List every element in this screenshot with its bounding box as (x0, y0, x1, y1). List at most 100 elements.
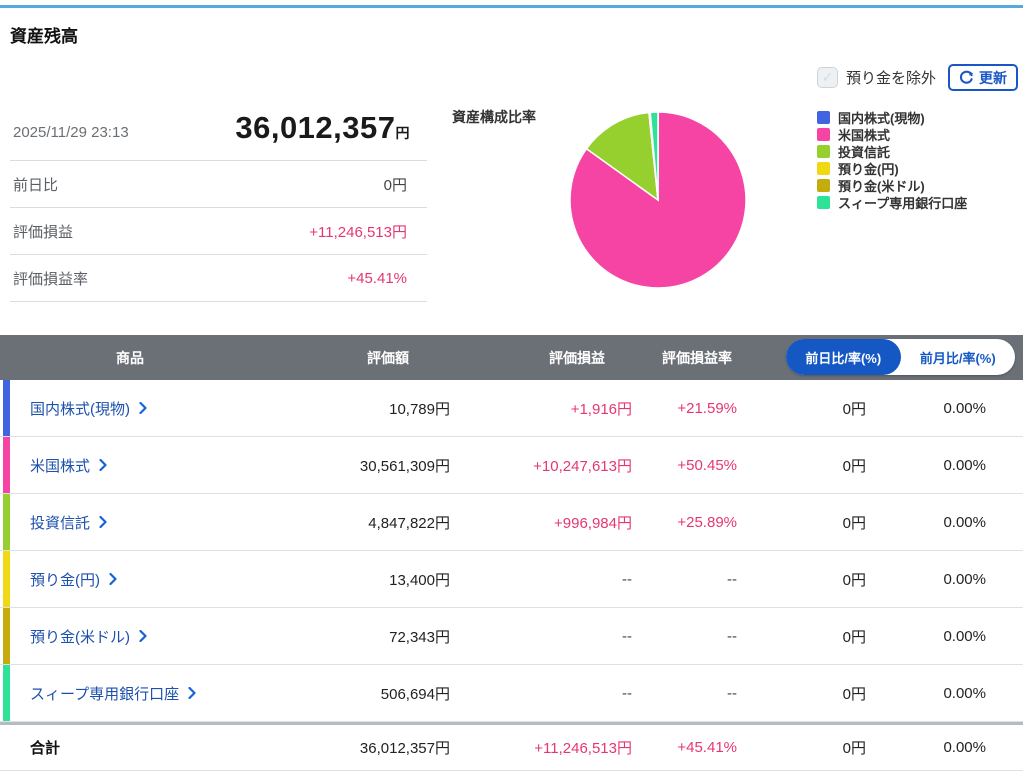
legend-swatch (817, 111, 830, 124)
legend-label: スィープ専用銀行口座 (838, 193, 967, 212)
row-color-bar (3, 380, 10, 436)
day-change-cell: 0円 (737, 512, 866, 533)
summary-total-value: 36,012,357円 (235, 110, 424, 146)
period-toggle: 前日比/率(%) 前月比/率(%) (786, 339, 1015, 375)
pl-rate-cell: -- (632, 571, 737, 588)
product-link[interactable]: 預り金(円) (30, 569, 100, 590)
refresh-label: 更新 (979, 68, 1007, 88)
pl-rate-cell: +21.59% (632, 400, 737, 417)
col-header-pl-rate: 評価損益率 (662, 348, 732, 368)
summary-value: +45.41% (347, 270, 407, 287)
pl-rate-cell: +50.45% (632, 457, 737, 474)
total-day-change-cell: 0円 (737, 737, 866, 758)
pl-rate-cell: +25.89% (632, 514, 737, 531)
day-change-cell: 0円 (737, 569, 866, 590)
row-color-bar (3, 608, 10, 664)
summary-row-pl-rate: 評価損益率 +45.41% (10, 255, 427, 302)
chevron-right-icon (139, 630, 147, 642)
pl-cell: -- (450, 571, 632, 588)
legend-item: 投資信託 (817, 144, 967, 158)
total-value-cell: 36,012,357円 (260, 737, 450, 758)
row-color-bar (3, 437, 10, 493)
header-controls: ✓ 預り金を除外 更新 (817, 64, 1018, 91)
chevron-right-icon (99, 459, 107, 471)
summary-row-day-change: 前日比 0円 (10, 161, 427, 208)
toggle-day-change[interactable]: 前日比/率(%) (786, 339, 901, 375)
pl-cell: +996,984円 (450, 512, 632, 533)
col-header-value: 評価額 (367, 348, 409, 368)
value-cell: 506,694円 (260, 683, 450, 704)
day-rate-cell: 0.00% (866, 685, 986, 702)
day-change-cell: 0円 (737, 683, 866, 704)
legend-item: 預り金(円) (817, 161, 967, 175)
summary-label: 評価損益率 (13, 268, 88, 289)
legend-swatch (817, 179, 830, 192)
exclude-deposits-checkbox[interactable]: ✓ (817, 67, 838, 88)
summary-total-row: 2025/11/29 23:13 36,012,357円 (10, 108, 427, 161)
summary-label: 評価損益 (13, 221, 73, 242)
table-row: 投資信託 4,847,822円 +996,984円 +25.89% 0円 0.0… (0, 494, 1023, 551)
table-row: 預り金(円) 13,400円 -- -- 0円 0.00% (0, 551, 1023, 608)
product-link[interactable]: 米国株式 (30, 455, 90, 476)
table-total-row: 合計 36,012,357円 +11,246,513円 +45.41% 0円 0… (0, 722, 1023, 771)
legend-swatch (817, 145, 830, 158)
legend-item: スィープ専用銀行口座 (817, 195, 967, 209)
col-header-pl: 評価損益 (549, 348, 605, 368)
day-change-cell: 0円 (737, 455, 866, 476)
chevron-right-icon (99, 516, 107, 528)
summary-panel: 2025/11/29 23:13 36,012,357円 前日比 0円 評価損益… (10, 108, 427, 302)
summary-timestamp: 2025/11/29 23:13 (13, 124, 129, 146)
chevron-right-icon (109, 573, 117, 585)
day-change-cell: 0円 (737, 626, 866, 647)
value-cell: 10,789円 (260, 398, 450, 419)
chevron-right-icon (139, 402, 147, 414)
total-pl-cell: +11,246,513円 (450, 737, 632, 758)
row-color-bar (3, 551, 10, 607)
pl-cell: -- (450, 685, 632, 702)
pl-cell: -- (450, 628, 632, 645)
summary-label: 前日比 (13, 174, 58, 195)
legend-item: 米国株式 (817, 127, 967, 141)
pie-chart-title: 資産構成比率 (452, 107, 536, 127)
table-row: 預り金(米ドル) 72,343円 -- -- 0円 0.00% (0, 608, 1023, 665)
asset-composition-pie-chart (567, 109, 749, 291)
legend-item: 預り金(米ドル) (817, 178, 967, 192)
day-rate-cell: 0.00% (866, 400, 986, 417)
day-change-cell: 0円 (737, 398, 866, 419)
pl-cell: +1,916円 (450, 398, 632, 419)
product-link[interactable]: 預り金(米ドル) (30, 626, 130, 647)
pie-chart-legend: 国内株式(現物) 米国株式投資信託預り金(円) 預り金(米ドル)スィープ専用銀行口座 (817, 110, 967, 212)
legend-item: 国内株式(現物) (817, 110, 967, 124)
total-day-rate-cell: 0.00% (866, 739, 986, 756)
toggle-month-change[interactable]: 前月比/率(%) (901, 339, 1016, 375)
legend-swatch (817, 162, 830, 175)
summary-value: 0円 (384, 174, 407, 195)
product-link[interactable]: 国内株式(現物) (30, 398, 130, 419)
refresh-button[interactable]: 更新 (948, 64, 1018, 91)
value-cell: 30,561,309円 (260, 455, 450, 476)
page-accent-line (0, 5, 1023, 8)
value-cell: 13,400円 (260, 569, 450, 590)
total-label: 合計 (0, 737, 260, 758)
refresh-icon (959, 70, 974, 85)
table-row: スィープ専用銀行口座 506,694円 -- -- 0円 0.00% (0, 665, 1023, 722)
exclude-deposits-label: 預り金を除外 (846, 67, 936, 88)
exclude-deposits-control: ✓ 預り金を除外 (817, 67, 936, 88)
summary-row-pl: 評価損益 +11,246,513円 (10, 208, 427, 255)
table-row: 米国株式 30,561,309円 +10,247,613円 +50.45% 0円… (0, 437, 1023, 494)
product-link[interactable]: スィープ専用銀行口座 (30, 683, 179, 704)
summary-total-unit: 円 (396, 125, 411, 141)
value-cell: 72,343円 (260, 626, 450, 647)
product-link[interactable]: 投資信託 (30, 512, 90, 533)
summary-value: +11,246,513円 (309, 221, 407, 242)
asset-table: 商品 評価額 評価損益 評価損益率 前日比/率(%) 前月比/率(%) 国内株式… (0, 335, 1023, 771)
row-color-bar (3, 665, 10, 721)
day-rate-cell: 0.00% (866, 571, 986, 588)
col-header-product: 商品 (116, 348, 144, 368)
day-rate-cell: 0.00% (866, 457, 986, 474)
table-row: 国内株式(現物) 10,789円 +1,916円 +21.59% 0円 0.00… (0, 380, 1023, 437)
day-rate-cell: 0.00% (866, 514, 986, 531)
pl-cell: +10,247,613円 (450, 455, 632, 476)
chevron-right-icon (188, 687, 196, 699)
legend-swatch (817, 128, 830, 141)
